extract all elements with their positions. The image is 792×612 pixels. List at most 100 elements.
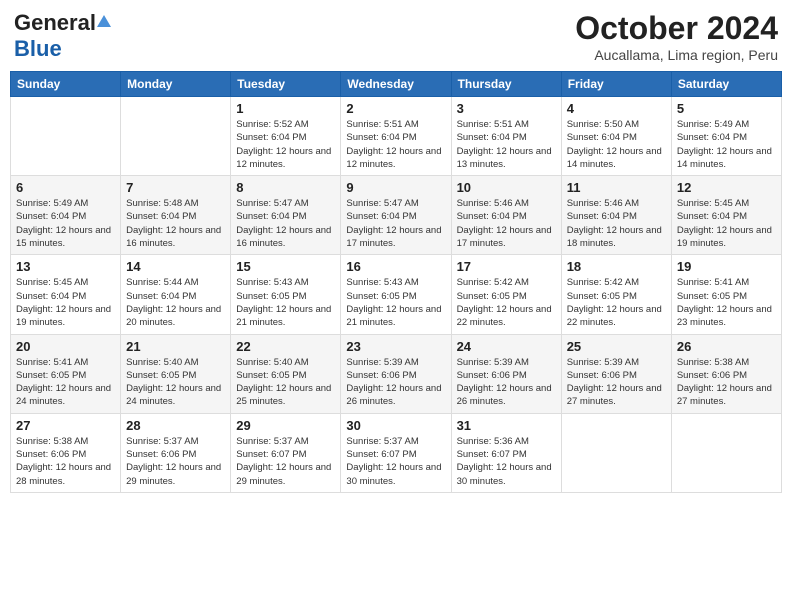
day-number: 30 xyxy=(346,418,445,433)
calendar-cell xyxy=(11,97,121,176)
day-info: Sunrise: 5:43 AM Sunset: 6:05 PM Dayligh… xyxy=(346,276,445,329)
day-info: Sunrise: 5:36 AM Sunset: 6:07 PM Dayligh… xyxy=(457,435,556,488)
calendar-cell: 29Sunrise: 5:37 AM Sunset: 6:07 PM Dayli… xyxy=(231,413,341,492)
day-info: Sunrise: 5:37 AM Sunset: 6:07 PM Dayligh… xyxy=(346,435,445,488)
calendar-cell: 25Sunrise: 5:39 AM Sunset: 6:06 PM Dayli… xyxy=(561,334,671,413)
day-header-friday: Friday xyxy=(561,72,671,97)
day-info: Sunrise: 5:38 AM Sunset: 6:06 PM Dayligh… xyxy=(677,356,776,409)
day-info: Sunrise: 5:46 AM Sunset: 6:04 PM Dayligh… xyxy=(567,197,666,250)
calendar-cell xyxy=(561,413,671,492)
day-number: 11 xyxy=(567,180,666,195)
calendar-table: SundayMondayTuesdayWednesdayThursdayFrid… xyxy=(10,71,782,493)
day-info: Sunrise: 5:39 AM Sunset: 6:06 PM Dayligh… xyxy=(457,356,556,409)
calendar-cell: 30 Sunrise: 5:37 AM Sunset: 6:07 PM Dayli… xyxy=(341,413,451,492)
day-info: Sunrise: 5:44 AM Sunset: 6:04 PM Dayligh… xyxy=(126,276,225,329)
day-number: 12 xyxy=(677,180,776,195)
day-info: Sunrise: 5:46 AM Sunset: 6:04 PM Dayligh… xyxy=(457,197,556,250)
day-info: Sunrise: 5:45 AM Sunset: 6:04 PM Dayligh… xyxy=(16,276,115,329)
calendar-cell: 20 Sunrise: 5:41 AM Sunset: 6:05 PM Dayli… xyxy=(11,334,121,413)
days-of-week-row: SundayMondayTuesdayWednesdayThursdayFrid… xyxy=(11,72,782,97)
day-info: Sunrise: 5:39 AM Sunset: 6:06 PM Dayligh… xyxy=(346,356,445,409)
calendar-cell: 9 Sunrise: 5:47 AM Sunset: 6:04 PM Daylig… xyxy=(341,176,451,255)
day-info: Sunrise: 5:49 AM Sunset: 6:04 PM Dayligh… xyxy=(677,118,776,171)
logo-general: General xyxy=(14,10,96,36)
day-info: Sunrise: 5:43 AM Sunset: 6:05 PM Dayligh… xyxy=(236,276,335,329)
calendar-cell: 13 Sunrise: 5:45 AM Sunset: 6:04 PM Dayli… xyxy=(11,255,121,334)
day-info: Sunrise: 5:41 AM Sunset: 6:05 PM Dayligh… xyxy=(16,356,115,409)
day-number: 15 xyxy=(236,259,335,274)
logo: General Blue xyxy=(14,10,112,62)
calendar-cell: 7Sunrise: 5:48 AM Sunset: 6:04 PM Daylig… xyxy=(121,176,231,255)
day-number: 9 xyxy=(346,180,445,195)
calendar-header: SundayMondayTuesdayWednesdayThursdayFrid… xyxy=(11,72,782,97)
day-info: Sunrise: 5:37 AM Sunset: 6:06 PM Dayligh… xyxy=(126,435,225,488)
day-number: 31 xyxy=(457,418,556,433)
calendar-cell: 18Sunrise: 5:42 AM Sunset: 6:05 PM Dayli… xyxy=(561,255,671,334)
calendar-cell: 27 Sunrise: 5:38 AM Sunset: 6:06 PM Dayli… xyxy=(11,413,121,492)
day-info: Sunrise: 5:45 AM Sunset: 6:04 PM Dayligh… xyxy=(677,197,776,250)
day-info: Sunrise: 5:47 AM Sunset: 6:04 PM Dayligh… xyxy=(346,197,445,250)
calendar-cell xyxy=(671,413,781,492)
day-info: Sunrise: 5:47 AM Sunset: 6:04 PM Dayligh… xyxy=(236,197,335,250)
day-number: 16 xyxy=(346,259,445,274)
day-number: 14 xyxy=(126,259,225,274)
day-number: 10 xyxy=(457,180,556,195)
calendar-cell: 2Sunrise: 5:51 AM Sunset: 6:04 PM Daylig… xyxy=(341,97,451,176)
day-info: Sunrise: 5:41 AM Sunset: 6:05 PM Dayligh… xyxy=(677,276,776,329)
day-info: Sunrise: 5:38 AM Sunset: 6:06 PM Dayligh… xyxy=(16,435,115,488)
calendar-cell: 26 Sunrise: 5:38 AM Sunset: 6:06 PM Dayli… xyxy=(671,334,781,413)
day-number: 13 xyxy=(16,259,115,274)
day-number: 23 xyxy=(346,339,445,354)
day-info: Sunrise: 5:49 AM Sunset: 6:04 PM Dayligh… xyxy=(16,197,115,250)
day-info: Sunrise: 5:40 AM Sunset: 6:05 PM Dayligh… xyxy=(126,356,225,409)
day-header-monday: Monday xyxy=(121,72,231,97)
day-number: 8 xyxy=(236,180,335,195)
week-row-2: 6 Sunrise: 5:49 AM Sunset: 6:04 PM Daylig… xyxy=(11,176,782,255)
logo-text: General xyxy=(14,10,112,36)
week-row-5: 27 Sunrise: 5:38 AM Sunset: 6:06 PM Dayli… xyxy=(11,413,782,492)
day-number: 22 xyxy=(236,339,335,354)
week-row-1: 1Sunrise: 5:52 AM Sunset: 6:04 PM Daylig… xyxy=(11,97,782,176)
day-info: Sunrise: 5:40 AM Sunset: 6:05 PM Dayligh… xyxy=(236,356,335,409)
day-number: 6 xyxy=(16,180,115,195)
day-number: 3 xyxy=(457,101,556,116)
day-number: 28 xyxy=(126,418,225,433)
calendar-cell: 19Sunrise: 5:41 AM Sunset: 6:05 PM Dayli… xyxy=(671,255,781,334)
day-number: 4 xyxy=(567,101,666,116)
calendar-cell xyxy=(121,97,231,176)
page-header: General Blue October 2024 Aucallama, Lim… xyxy=(10,10,782,63)
day-number: 24 xyxy=(457,339,556,354)
day-number: 18 xyxy=(567,259,666,274)
calendar-cell: 12 Sunrise: 5:45 AM Sunset: 6:04 PM Dayli… xyxy=(671,176,781,255)
location-subtitle: Aucallama, Lima region, Peru xyxy=(575,47,778,63)
day-number: 5 xyxy=(677,101,776,116)
calendar-cell: 4Sunrise: 5:50 AM Sunset: 6:04 PM Daylig… xyxy=(561,97,671,176)
day-info: Sunrise: 5:37 AM Sunset: 6:07 PM Dayligh… xyxy=(236,435,335,488)
calendar-cell: 11 Sunrise: 5:46 AM Sunset: 6:04 PM Dayli… xyxy=(561,176,671,255)
calendar-cell: 22 Sunrise: 5:40 AM Sunset: 6:05 PM Dayli… xyxy=(231,334,341,413)
calendar-cell: 17Sunrise: 5:42 AM Sunset: 6:05 PM Dayli… xyxy=(451,255,561,334)
day-header-saturday: Saturday xyxy=(671,72,781,97)
calendar-cell: 14 Sunrise: 5:44 AM Sunset: 6:04 PM Dayli… xyxy=(121,255,231,334)
day-number: 25 xyxy=(567,339,666,354)
title-section: October 2024 Aucallama, Lima region, Per… xyxy=(575,10,778,63)
calendar-cell: 31 Sunrise: 5:36 AM Sunset: 6:07 PM Dayli… xyxy=(451,413,561,492)
logo-triangle-icon xyxy=(97,15,111,27)
calendar-body: 1Sunrise: 5:52 AM Sunset: 6:04 PM Daylig… xyxy=(11,97,782,493)
day-info: Sunrise: 5:52 AM Sunset: 6:04 PM Dayligh… xyxy=(236,118,335,171)
calendar-cell: 28 Sunrise: 5:37 AM Sunset: 6:06 PM Dayli… xyxy=(121,413,231,492)
calendar-cell: 16 Sunrise: 5:43 AM Sunset: 6:05 PM Dayli… xyxy=(341,255,451,334)
day-number: 26 xyxy=(677,339,776,354)
week-row-4: 20 Sunrise: 5:41 AM Sunset: 6:05 PM Dayli… xyxy=(11,334,782,413)
week-row-3: 13 Sunrise: 5:45 AM Sunset: 6:04 PM Dayli… xyxy=(11,255,782,334)
day-header-wednesday: Wednesday xyxy=(341,72,451,97)
calendar-cell: 15 Sunrise: 5:43 AM Sunset: 6:05 PM Dayli… xyxy=(231,255,341,334)
day-info: Sunrise: 5:51 AM Sunset: 6:04 PM Dayligh… xyxy=(346,118,445,171)
calendar-cell: 5 Sunrise: 5:49 AM Sunset: 6:04 PM Daylig… xyxy=(671,97,781,176)
day-number: 17 xyxy=(457,259,556,274)
day-number: 20 xyxy=(16,339,115,354)
day-number: 27 xyxy=(16,418,115,433)
calendar-cell: 8 Sunrise: 5:47 AM Sunset: 6:04 PM Daylig… xyxy=(231,176,341,255)
day-info: Sunrise: 5:48 AM Sunset: 6:04 PM Dayligh… xyxy=(126,197,225,250)
day-header-sunday: Sunday xyxy=(11,72,121,97)
